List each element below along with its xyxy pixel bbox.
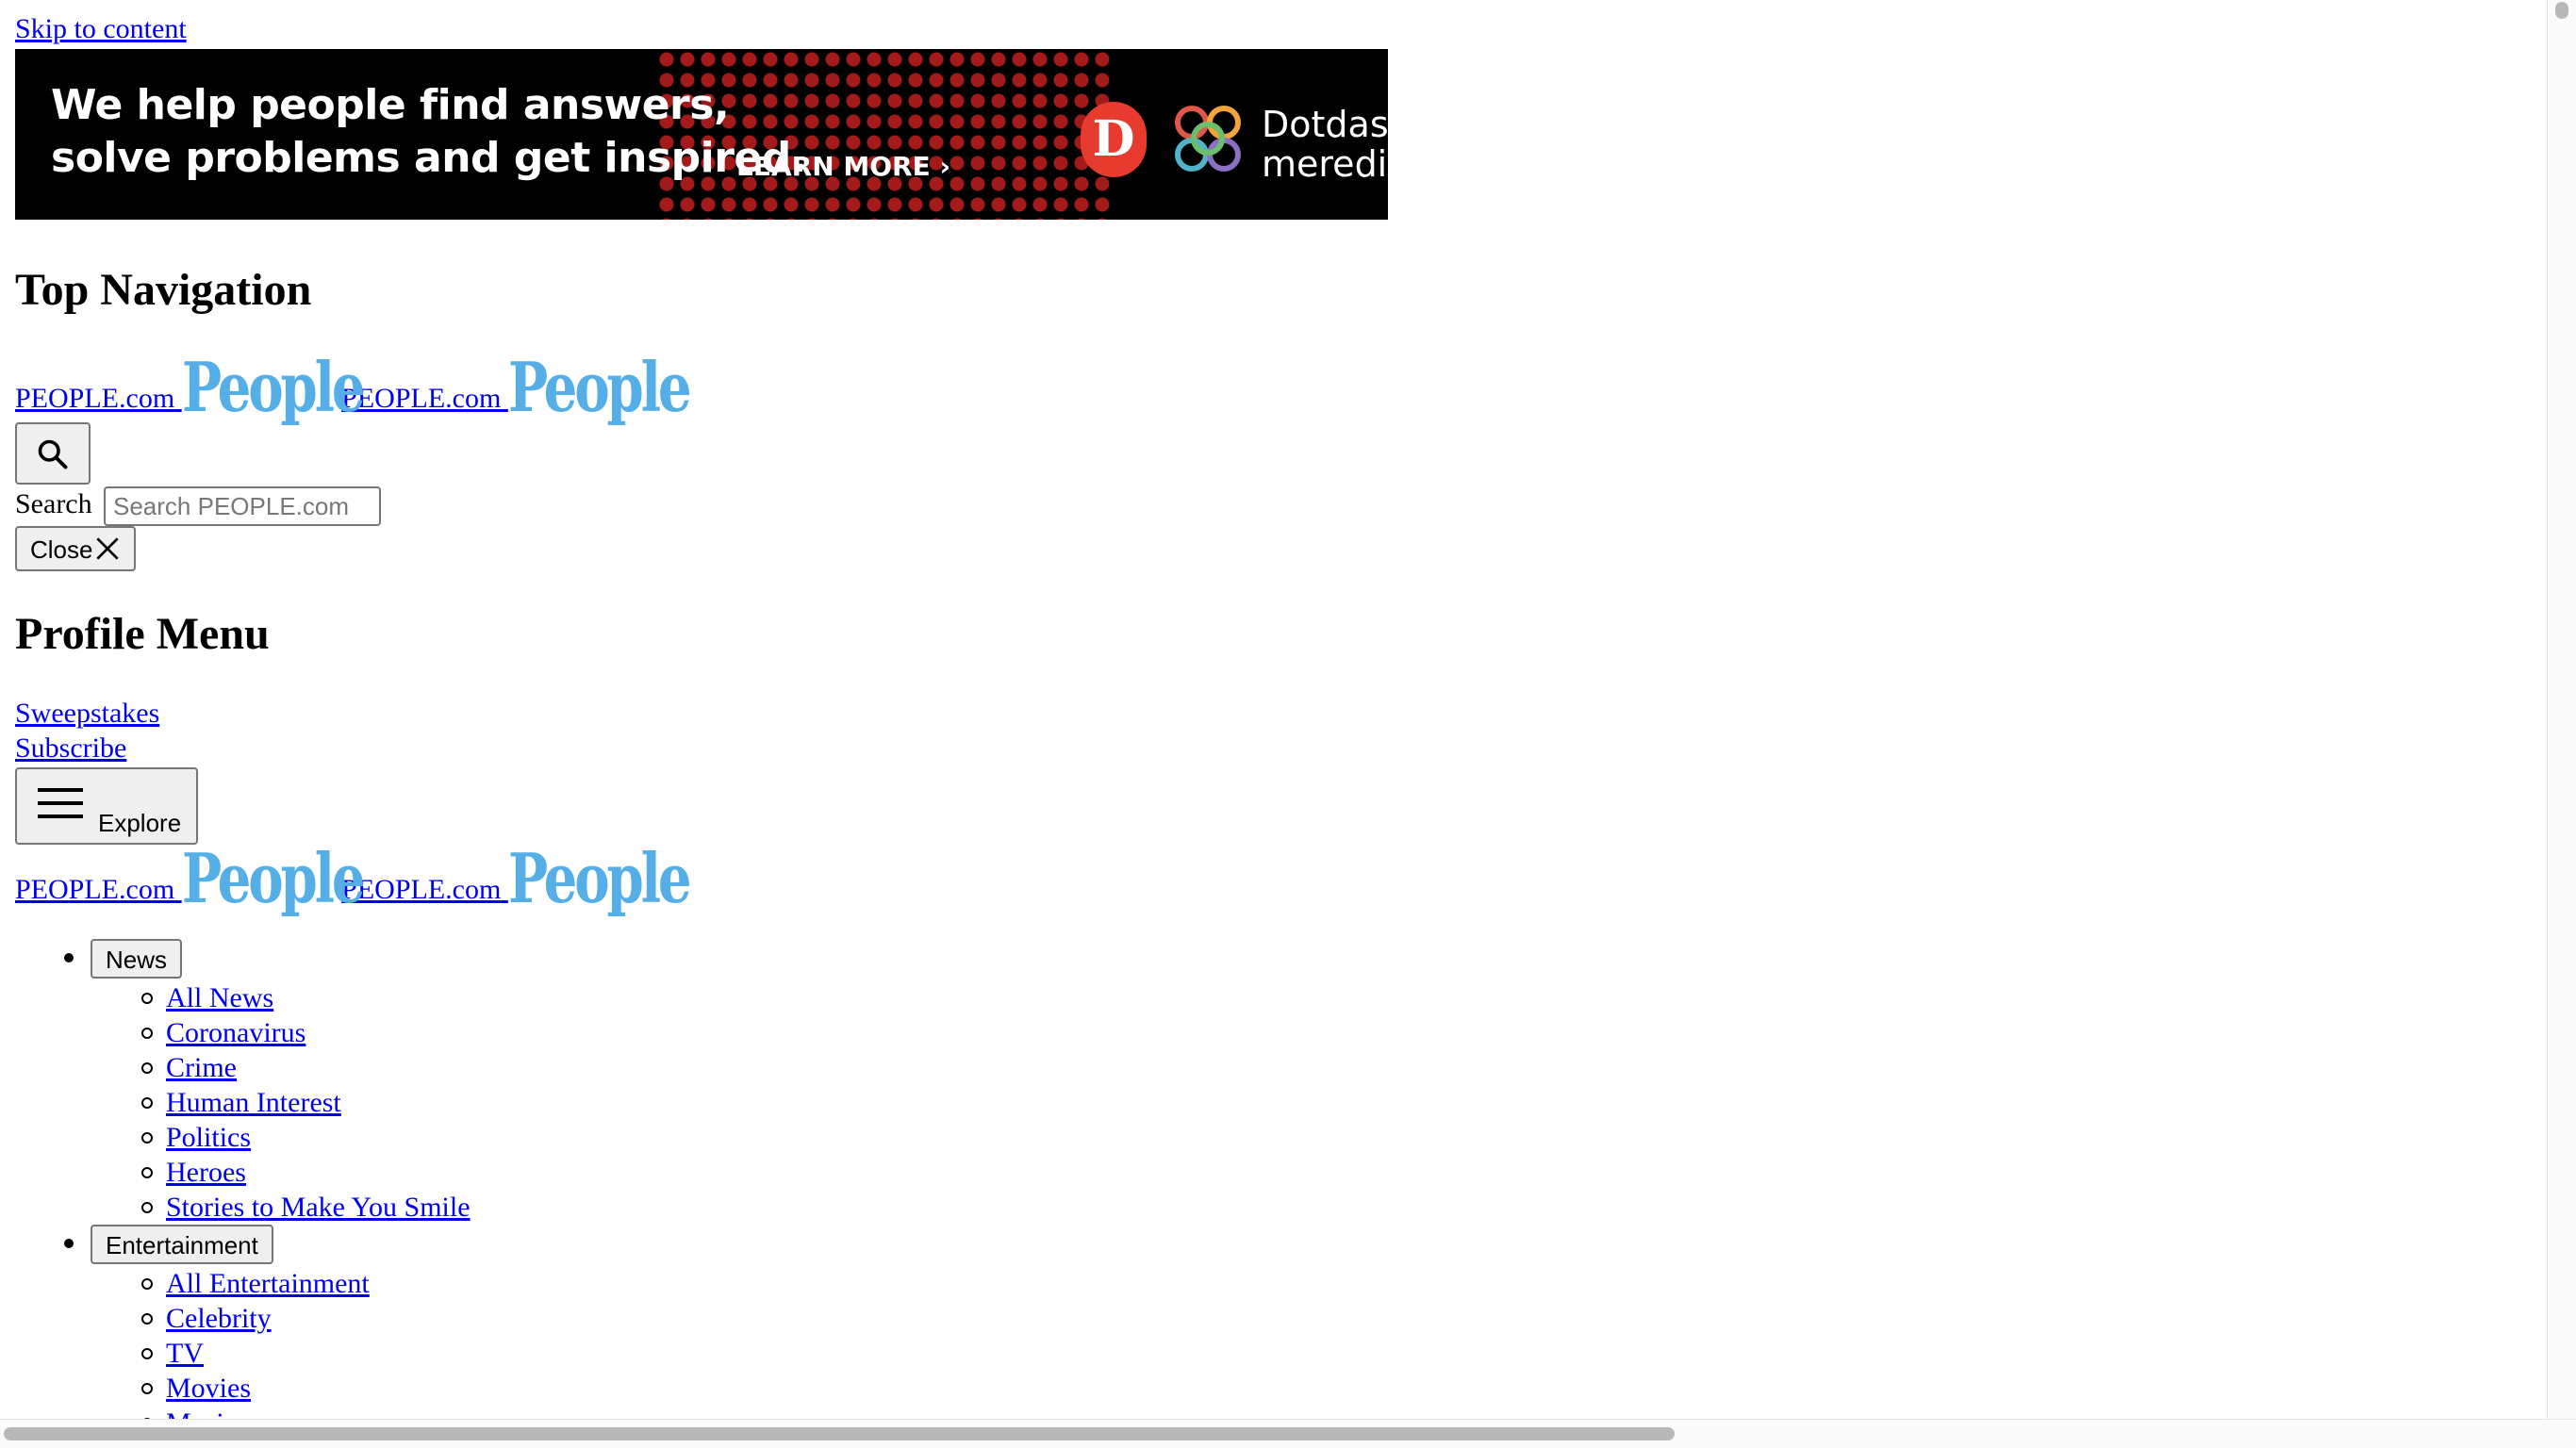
profile-menu-heading: Profile Menu [15,609,270,659]
site-link-text: PEOPLE.com [341,383,502,414]
site-link-text: PEOPLE.com [15,874,175,905]
nav-link-tv[interactable]: TV [166,1338,204,1369]
people-logo: People [507,838,692,918]
nav-link-coronavirus[interactable]: Coronavirus [166,1017,305,1048]
nav-link-celebrity[interactable]: Celebrity [166,1303,272,1334]
nav-category-news: News All News Coronavirus Crime Human In… [15,939,471,1225]
nav-category-button-entertainment[interactable]: Entertainment [91,1225,273,1264]
hamburger-icon [38,788,83,818]
vertical-scrollbar-thumb[interactable] [2555,2,2568,19]
nav-category-entertainment: Entertainment All Entertainment Celebrit… [15,1225,471,1420]
people-logo: People [507,347,692,427]
explore-label: Explore [98,809,182,837]
close-search-button[interactable]: Close [15,526,136,571]
page: Skip to content We help people find answ… [0,0,2546,1420]
list-item: Movies [141,1371,471,1406]
nav-link-all-news[interactable]: All News [166,982,273,1013]
nav-link-movies[interactable]: Movies [166,1373,251,1404]
close-label: Close [30,535,93,564]
search-label: Search [15,488,92,519]
list-item: Politics [141,1120,471,1155]
banner-brand-line2: meredith [1262,143,1388,185]
nav-link-all-entertainment[interactable]: All Entertainment [166,1268,370,1299]
nav-link-human-interest[interactable]: Human Interest [166,1087,341,1118]
site-home-link-alt[interactable]: PEOPLE.com People [341,347,692,427]
nav-link-heroes[interactable]: Heroes [166,1157,246,1188]
banner-brand-line1: Dotdash [1262,104,1388,145]
site-home-link[interactable]: PEOPLE.com People [15,347,366,427]
list-item: Stories to Make You Smile [141,1190,471,1225]
search-icon [38,439,68,469]
banner-tagline-line1: We help people find answers, [51,81,730,129]
explore-nav-list: News All News Coronavirus Crime Human In… [15,939,471,1420]
logo-row-explore: PEOPLE.com People PEOPLE.com People [15,838,692,918]
list-item: TV [141,1336,471,1371]
dotdash-d-logo: D [1081,102,1147,177]
list-item: Human Interest [141,1085,471,1120]
banner-tagline-line2: solve problems and get inspired. [51,134,807,182]
list-item: All News [141,980,471,1015]
sweepstakes-link[interactable]: Sweepstakes [15,698,159,730]
nav-sublist-news: All News Coronavirus Crime Human Interes… [91,980,471,1225]
list-item: All Entertainment [141,1266,471,1301]
subscribe-link[interactable]: Subscribe [15,732,126,765]
list-item: Heroes [141,1155,471,1190]
horizontal-scrollbar[interactable] [0,1419,2576,1448]
top-navigation-heading: Top Navigation [15,265,312,315]
list-item: Celebrity [141,1301,471,1336]
horizontal-scrollbar-thumb[interactable] [4,1427,1675,1440]
nav-category-button-news[interactable]: News [91,939,183,979]
site-home-link-alt[interactable]: PEOPLE.com People [341,838,692,918]
close-icon [96,537,119,560]
skip-to-content-link[interactable]: Skip to content [15,13,187,45]
dotdash-knot-logo [1175,106,1241,172]
list-item: Coronavirus [141,1015,471,1050]
explore-menu-button[interactable]: Explore [15,767,198,845]
list-item: Music [141,1406,471,1420]
list-item: Crime [141,1050,471,1085]
people-logo: People [181,838,366,918]
logo-row-top: PEOPLE.com People PEOPLE.com People [15,347,692,427]
ad-banner[interactable]: We help people find answers, solve probl… [15,49,1388,220]
site-home-link[interactable]: PEOPLE.com People [15,838,366,918]
vertical-scrollbar[interactable] [2547,0,2576,1420]
people-logo: People [181,347,366,427]
banner-learn-more[interactable]: LEARN MORE › [736,151,950,182]
site-link-text: PEOPLE.com [341,874,502,905]
nav-link-stories-smile[interactable]: Stories to Make You Smile [166,1192,471,1223]
site-link-text: PEOPLE.com [15,383,175,414]
nav-link-crime[interactable]: Crime [166,1052,237,1083]
nav-sublist-entertainment: All Entertainment Celebrity TV Movies Mu… [91,1266,471,1420]
search-toggle-button[interactable] [15,422,91,485]
search-input[interactable] [104,486,381,526]
nav-link-politics[interactable]: Politics [166,1122,251,1153]
